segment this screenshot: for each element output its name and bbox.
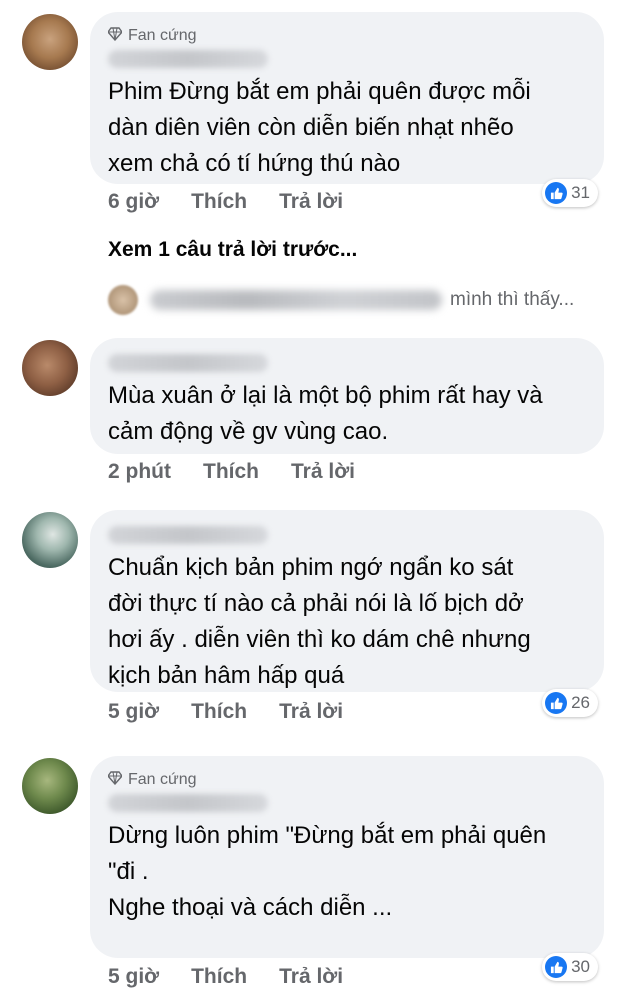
comment-line: dàn diên viên còn diễn biến nhạt nhẽo	[108, 114, 514, 141]
comment-text: Chuẩn kịch bản phim ngớ ngẩn ko sát đời …	[108, 550, 586, 694]
comment-line: đời thực tí nào cả phải nói là lố bịch d…	[108, 590, 524, 617]
diamond-icon	[107, 770, 123, 790]
comment-line: Nghe thoại và cách diễn ...	[108, 894, 393, 921]
reaction-count[interactable]: 26	[542, 689, 598, 717]
comment-line: Dừng luôn phim "Đừng bắt em phải quên	[108, 822, 547, 849]
reply-preview-text: mình thì thấy...	[450, 289, 575, 310]
avatar[interactable]	[22, 512, 78, 568]
timestamp[interactable]: 2 phút	[108, 460, 171, 484]
like-button[interactable]: Thích	[203, 460, 259, 484]
like-button[interactable]: Thích	[191, 190, 247, 214]
like-button[interactable]: Thích	[191, 700, 247, 724]
fan-badge: Fan cứng	[107, 770, 586, 790]
like-icon	[545, 182, 568, 204]
reply-button[interactable]: Trả lời	[279, 965, 343, 989]
reply-avatar	[108, 285, 138, 315]
reaction-number: 30	[571, 957, 590, 976]
comment-line: Phim Đừng bắt em phải quên được mỗi	[108, 78, 531, 105]
author-name-blurred[interactable]	[108, 354, 268, 372]
reaction-count[interactable]: 31	[542, 179, 598, 207]
comment-actions: 2 phút Thích Trả lời	[108, 460, 355, 484]
view-previous-replies-link[interactable]: Xem 1 câu trả lời trước...	[108, 238, 357, 262]
reply-button[interactable]: Trả lời	[279, 700, 343, 724]
comment-text: Dừng luôn phim "Đừng bắt em phải quên "đ…	[108, 818, 586, 926]
comment-line: kịch bản hâm hấp quá	[108, 662, 345, 689]
timestamp[interactable]: 6 giờ	[108, 190, 159, 214]
comment-line: "đi .	[108, 858, 149, 885]
comment-bubble: Fan cứng Dừng luôn phim "Đừng bắt em phả…	[90, 756, 604, 958]
timestamp[interactable]: 5 giờ	[108, 965, 159, 989]
diamond-icon	[107, 26, 123, 46]
badge-label: Fan cứng	[128, 27, 197, 44]
badge-label: Fan cứng	[128, 771, 197, 788]
author-name-blurred[interactable]	[108, 526, 268, 544]
reaction-number: 31	[571, 183, 590, 202]
comment-line: cảm động về gv vùng cao.	[108, 418, 389, 445]
reply-author-blurred	[150, 290, 442, 310]
reaction-count[interactable]: 30	[542, 953, 598, 981]
avatar[interactable]	[22, 758, 78, 814]
timestamp[interactable]: 5 giờ	[108, 700, 159, 724]
comment-line: xem chả có tí hứng thú nào	[108, 150, 401, 177]
like-button[interactable]: Thích	[191, 965, 247, 989]
like-icon	[545, 956, 568, 978]
author-name-blurred[interactable]	[108, 50, 268, 68]
reaction-number: 26	[571, 693, 590, 712]
reply-preview[interactable]: mình thì thấy...	[108, 282, 608, 318]
reply-button[interactable]: Trả lời	[279, 190, 343, 214]
avatar[interactable]	[22, 340, 78, 396]
like-icon	[545, 692, 568, 714]
comment-line: Mùa xuân ở lại là một bộ phim rất hay và	[108, 382, 543, 409]
comment-bubble: Mùa xuân ở lại là một bộ phim rất hay và…	[90, 338, 604, 454]
author-name-blurred[interactable]	[108, 794, 268, 812]
comment-text: Phim Đừng bắt em phải quên được mỗi dàn …	[108, 74, 586, 182]
fan-badge: Fan cứng	[107, 26, 586, 46]
avatar[interactable]	[22, 14, 78, 70]
comment-text: Mùa xuân ở lại là một bộ phim rất hay và…	[108, 378, 586, 450]
comment-bubble: Fan cứng Phim Đừng bắt em phải quên được…	[90, 12, 604, 184]
comment-line: hơi ấy . diễn viên thì ko dám chê nhưng	[108, 626, 531, 653]
comment-bubble: Chuẩn kịch bản phim ngớ ngẩn ko sát đời …	[90, 510, 604, 692]
comment-actions: 6 giờ Thích Trả lời	[108, 190, 343, 214]
comment-actions: 5 giờ Thích Trả lời	[108, 700, 343, 724]
reply-button[interactable]: Trả lời	[291, 460, 355, 484]
comment-actions: 5 giờ Thích Trả lời	[108, 965, 343, 989]
comment-line: Chuẩn kịch bản phim ngớ ngẩn ko sát	[108, 554, 514, 581]
